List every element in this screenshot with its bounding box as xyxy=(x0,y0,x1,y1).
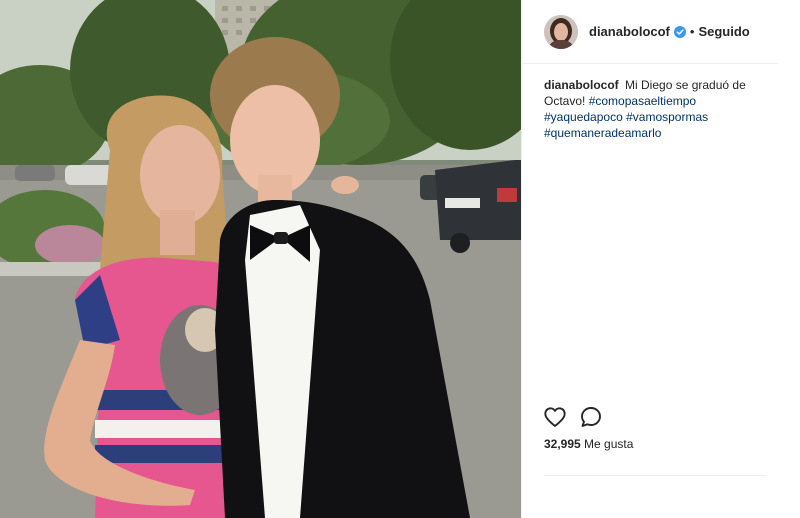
post-photo[interactable] xyxy=(0,0,521,518)
likes-count[interactable]: 32,995 Me gusta xyxy=(544,437,633,451)
post-caption: dianabolocof Mi Diego se graduó de Octav… xyxy=(522,64,777,141)
header-separator: • xyxy=(689,24,695,39)
caption-username-link[interactable]: dianabolocof xyxy=(544,78,619,92)
hashtag-link[interactable]: #yaquedapoco xyxy=(544,110,623,124)
avatar[interactable] xyxy=(544,14,578,49)
verified-badge-icon xyxy=(673,25,686,38)
hashtag-link[interactable]: #quemaneradeamarlo xyxy=(544,126,661,140)
hashtag-link[interactable]: #comopasaeltiempo xyxy=(589,94,696,108)
divider xyxy=(544,475,766,476)
instagram-post: dianabolocof • Seguido dianabolocof Mi D… xyxy=(0,0,800,518)
likes-label: Me gusta xyxy=(584,437,634,451)
following-button[interactable]: Seguido xyxy=(698,24,749,39)
post-header: dianabolocof • Seguido xyxy=(522,0,778,64)
heart-icon[interactable] xyxy=(543,405,569,431)
hashtag-link[interactable]: #vamospormas xyxy=(626,110,708,124)
post-actions xyxy=(543,405,615,431)
post-photo-illustration xyxy=(0,0,521,518)
comment-icon[interactable] xyxy=(579,405,605,431)
username-link[interactable]: dianabolocof xyxy=(589,24,670,39)
avatar-image xyxy=(544,14,578,49)
likes-number: 32,995 xyxy=(544,437,581,451)
post-sidebar: dianabolocof • Seguido dianabolocof Mi D… xyxy=(521,0,800,518)
